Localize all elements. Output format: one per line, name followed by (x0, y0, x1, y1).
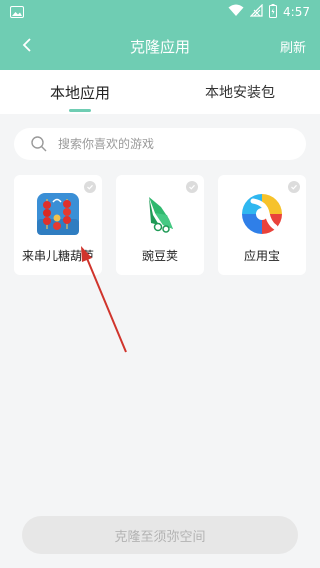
app-card-yingyongbao[interactable]: 应用宝 (218, 175, 306, 275)
status-time: 4:57 (283, 5, 310, 19)
checkbox-icon[interactable] (288, 181, 300, 193)
app-name: 应用宝 (243, 249, 280, 263)
tab-label: 本地应用 (49, 83, 110, 102)
tab-local-packages[interactable]: 本地安装包 (160, 70, 320, 114)
app-name: 来串儿糖葫芦 (21, 249, 94, 263)
page-title: 克隆应用 (129, 38, 190, 56)
active-tab-indicator (69, 109, 91, 112)
wandoujia-icon (139, 193, 181, 235)
back-button[interactable] (14, 34, 40, 60)
candied-haws-game-icon (37, 193, 79, 235)
chevron-left-icon (20, 37, 34, 57)
checkbox-icon[interactable] (84, 181, 96, 193)
app-name: 豌豆荚 (141, 249, 178, 263)
yingyongbao-icon (241, 193, 283, 235)
status-bar: 4:57 (0, 0, 320, 24)
app-bar: 克隆应用 刷新 (0, 24, 320, 70)
search-bar[interactable] (14, 128, 306, 160)
app-card-wandoujia[interactable]: 豌豆荚 (116, 175, 204, 275)
search-input[interactable] (58, 137, 278, 151)
clone-to-space-button[interactable]: 克隆至须弥空间 (22, 516, 298, 554)
battery-icon (269, 3, 278, 21)
checkbox-icon[interactable] (186, 181, 198, 193)
gallery-notification-icon (10, 3, 24, 22)
app-grid: 来串儿糖葫芦 豌豆荚 应用宝 (14, 175, 308, 275)
tab-bar: 本地应用 本地安装包 (0, 70, 320, 114)
no-signal-icon (249, 3, 263, 20)
wifi-icon (228, 4, 244, 20)
app-card-candied-haws[interactable]: 来串儿糖葫芦 (14, 175, 102, 275)
tab-local-apps[interactable]: 本地应用 (0, 70, 160, 114)
tab-label: 本地安装包 (205, 85, 275, 101)
refresh-button[interactable]: 刷新 (280, 37, 306, 56)
search-icon (30, 135, 48, 153)
